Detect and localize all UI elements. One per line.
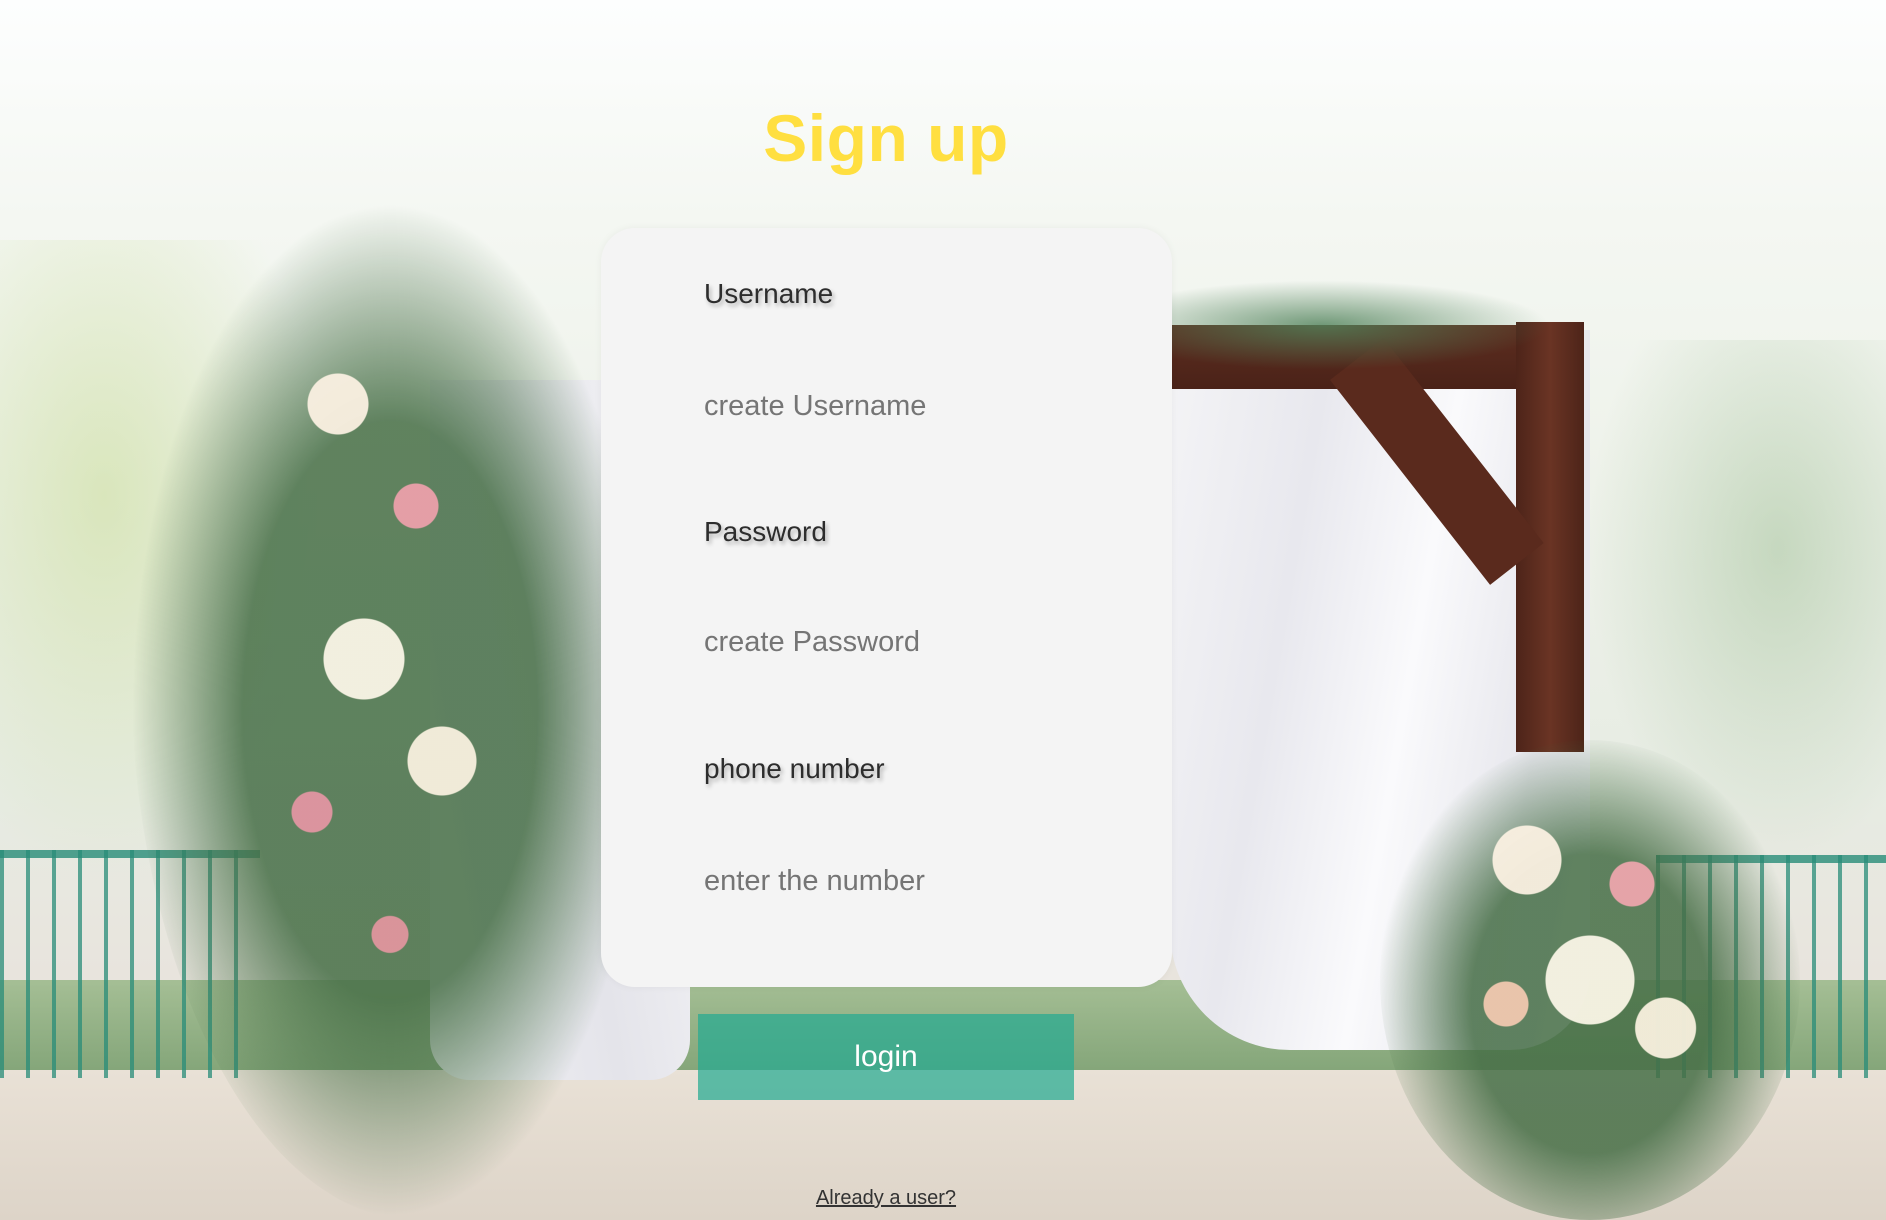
phone-number-input[interactable] bbox=[704, 858, 1104, 904]
username-input[interactable] bbox=[704, 383, 1104, 429]
signup-page: Sign up Username Password phone number l… bbox=[0, 0, 1886, 1220]
background-greenery bbox=[1170, 280, 1550, 370]
phone-number-label: phone number bbox=[704, 753, 885, 784]
already-a-user-link[interactable]: Already a user? bbox=[0, 1187, 1772, 1210]
username-label: Username bbox=[704, 278, 834, 309]
password-label: Password bbox=[704, 516, 827, 547]
signup-form-card: Username Password phone number bbox=[601, 228, 1172, 987]
background-flowers-right bbox=[1380, 740, 1800, 1220]
page-title: Sign up bbox=[763, 101, 1009, 175]
password-input[interactable] bbox=[704, 619, 1104, 665]
login-button[interactable]: login bbox=[698, 1014, 1074, 1100]
